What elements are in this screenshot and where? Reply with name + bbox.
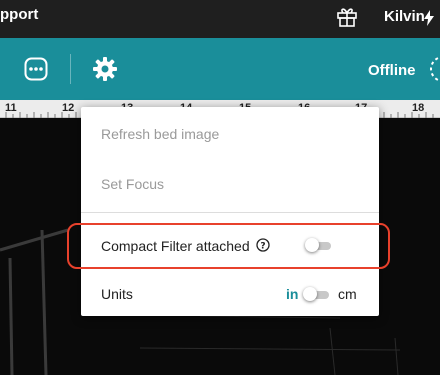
units-cm-label[interactable]: cm [338, 286, 357, 302]
ruler-label: 12 [62, 102, 75, 114]
menu-divider [81, 212, 379, 213]
lightning-icon [424, 10, 434, 26]
units-toggle[interactable] [303, 287, 331, 301]
main-toolbar: Offline [0, 38, 440, 100]
refresh-bed-image-item[interactable]: Refresh bed image [101, 126, 219, 142]
ruler-label: 18 [412, 102, 425, 114]
top-header: pport Kilvin [0, 0, 440, 38]
status-spinner-icon [428, 54, 440, 84]
gift-icon[interactable] [336, 5, 358, 27]
toolbar-divider [70, 54, 71, 84]
connection-status: Offline [368, 62, 416, 79]
ruler-label: 11 [5, 102, 17, 114]
units-label: Units [101, 286, 133, 302]
toggle-knob [303, 287, 317, 301]
units-in-label[interactable]: in [286, 286, 298, 302]
set-focus-item[interactable]: Set Focus [101, 176, 164, 192]
more-options-icon[interactable] [24, 57, 48, 81]
settings-menu: Refresh bed image Set Focus Compact Filt… [81, 107, 379, 316]
user-name[interactable]: Kilvin [384, 8, 425, 25]
support-link[interactable]: pport [0, 6, 38, 23]
highlight-annotation [67, 223, 390, 269]
gear-icon[interactable] [92, 56, 118, 82]
